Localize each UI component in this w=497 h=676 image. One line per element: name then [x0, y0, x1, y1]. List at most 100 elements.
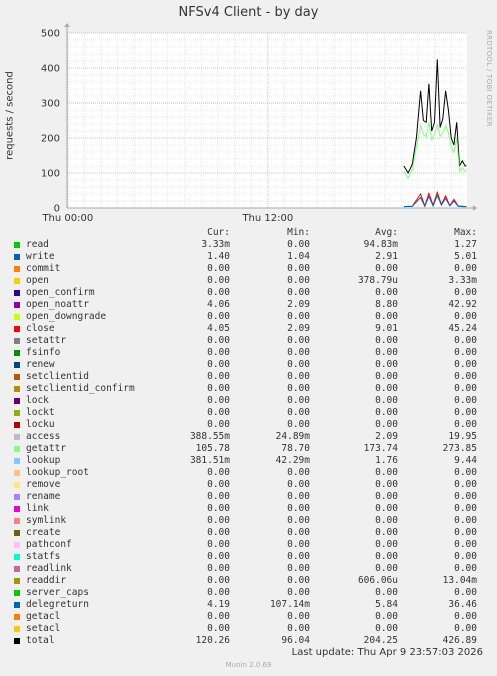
legend-max: 0.00: [454, 491, 477, 502]
legend-swatch: [14, 434, 20, 440]
legend-min: 0.00: [287, 563, 310, 574]
legend-cur: 0.00: [207, 383, 230, 394]
legend-swatch: [14, 410, 20, 416]
legend-name: locku: [26, 419, 55, 430]
col-avg-header: Avg:: [375, 227, 398, 238]
legend-cur: 0.00: [207, 419, 230, 430]
legend-row: open 0.00 0.00 378.79u 3.33m: [0, 275, 497, 287]
legend-swatch: [14, 242, 20, 248]
x-tick-label: Thu 12:00: [241, 213, 293, 224]
legend-max: 5.01: [454, 251, 477, 262]
legend-min: 0.00: [287, 263, 310, 274]
legend-row: setclientid_confirm 0.00 0.00 0.00 0.00: [0, 383, 497, 395]
legend-avg: 606.06u: [357, 575, 398, 586]
legend-name: open_confirm: [26, 287, 95, 298]
legend-avg: 0.00: [375, 623, 398, 634]
legend-avg: 0.00: [375, 479, 398, 490]
legend-row: getattr 105.78 78.70 173.74 273.85: [0, 443, 497, 455]
legend-row: read 3.33m 0.00 94.83m 1.27: [0, 239, 497, 251]
legend-swatch: [14, 290, 20, 296]
legend-avg: 0.00: [375, 263, 398, 274]
col-min-header: Min:: [287, 227, 310, 238]
last-update: Last update: Thu Apr 9 23:57:03 2026: [291, 647, 483, 658]
legend-avg: 9.01: [375, 323, 398, 334]
legend-swatch: [14, 350, 20, 356]
legend-row: setacl 0.00 0.00 0.00 0.00: [0, 623, 497, 635]
chart-area: 0100200300400500Thu 00:00 Thu 12:00: [41, 23, 477, 224]
legend-swatch: [14, 362, 20, 368]
legend-min: 0.00: [287, 383, 310, 394]
legend-cur: 4.19: [207, 599, 230, 610]
legend-row: link 0.00 0.00 0.00 0.00: [0, 503, 497, 515]
legend-max: 1.27: [454, 239, 477, 250]
legend-max: 0.00: [454, 623, 477, 634]
legend-avg: 0.00: [375, 347, 398, 358]
legend-max: 0.00: [454, 467, 477, 478]
legend-row: fsinfo 0.00 0.00 0.00 0.00: [0, 347, 497, 359]
legend-row: lock 0.00 0.00 0.00 0.00: [0, 395, 497, 407]
legend-row: setattr 0.00 0.00 0.00 0.00: [0, 335, 497, 347]
legend-row: remove 0.00 0.00 0.00 0.00: [0, 479, 497, 491]
legend-min: 0.00: [287, 407, 310, 418]
legend-avg: 0.00: [375, 371, 398, 382]
legend-max: 0.00: [454, 407, 477, 418]
legend-swatch: [14, 638, 20, 644]
legend-name: read: [26, 239, 49, 250]
legend-name: open_downgrade: [26, 311, 107, 322]
legend-cur: 0.00: [207, 527, 230, 538]
legend-row: delegreturn 4.19 107.14m 5.84 36.46: [0, 599, 497, 611]
legend-name: server_caps: [26, 587, 89, 598]
legend-avg: 0.00: [375, 515, 398, 526]
legend-max: 13.04m: [442, 575, 477, 586]
legend-row: create 0.00 0.00 0.00 0.00: [0, 527, 497, 539]
legend-max: 0.00: [454, 587, 477, 598]
legend-min: 0.00: [287, 287, 310, 298]
legend-swatch: [14, 566, 20, 572]
legend-swatch: [14, 422, 20, 428]
legend-cur: 0.00: [207, 503, 230, 514]
y-tick-label: 400: [41, 64, 60, 75]
legend-cur: 0.00: [207, 359, 230, 370]
legend-cur: 0.00: [207, 587, 230, 598]
legend-row: symlink 0.00 0.00 0.00 0.00: [0, 515, 497, 527]
legend-avg: 0.00: [375, 467, 398, 478]
legend-max: 0.00: [454, 419, 477, 430]
legend-cur: 0.00: [207, 623, 230, 634]
legend-max: 0.00: [454, 287, 477, 298]
legend-avg: 0.00: [375, 419, 398, 430]
legend-min: 0.00: [287, 503, 310, 514]
legend-swatch: [14, 554, 20, 560]
legend-row: open_downgrade 0.00 0.00 0.00 0.00: [0, 311, 497, 323]
legend-row: rename 0.00 0.00 0.00 0.00: [0, 491, 497, 503]
legend-avg: 0.00: [375, 527, 398, 538]
legend-min: 0.00: [287, 611, 310, 622]
legend-avg: 0.00: [375, 359, 398, 370]
legend-cur: 381.51m: [189, 455, 230, 466]
legend-cur: 0.00: [207, 575, 230, 586]
legend-name: rename: [26, 491, 61, 502]
legend-min: 78.70: [281, 443, 310, 454]
legend-max: 0.00: [454, 347, 477, 358]
legend-swatch: [14, 602, 20, 608]
legend-cur: 0.00: [207, 539, 230, 550]
legend-cur: 0.00: [207, 467, 230, 478]
x-tick-label: Thu 00:00: [41, 213, 93, 224]
legend-name: open: [26, 275, 49, 286]
legend-cur: 120.26: [195, 635, 230, 646]
legend-row: server_caps 0.00 0.00 0.00 0.00: [0, 587, 497, 599]
legend-cur: 0.00: [207, 287, 230, 298]
legend-min: 0.00: [287, 527, 310, 538]
legend-max: 0.00: [454, 335, 477, 346]
legend-avg: 2.09: [375, 431, 398, 442]
legend-avg: 0.00: [375, 383, 398, 394]
legend-swatch: [14, 458, 20, 464]
legend-avg: 0.00: [375, 335, 398, 346]
legend-name: symlink: [26, 515, 67, 526]
legend-swatch: [14, 278, 20, 284]
legend-avg: 0.00: [375, 407, 398, 418]
legend-min: 0.00: [287, 479, 310, 490]
legend-name: link: [26, 503, 49, 514]
legend-name: setattr: [26, 335, 67, 346]
legend-row: setclientid 0.00 0.00 0.00 0.00: [0, 371, 497, 383]
legend-max: 0.00: [454, 371, 477, 382]
